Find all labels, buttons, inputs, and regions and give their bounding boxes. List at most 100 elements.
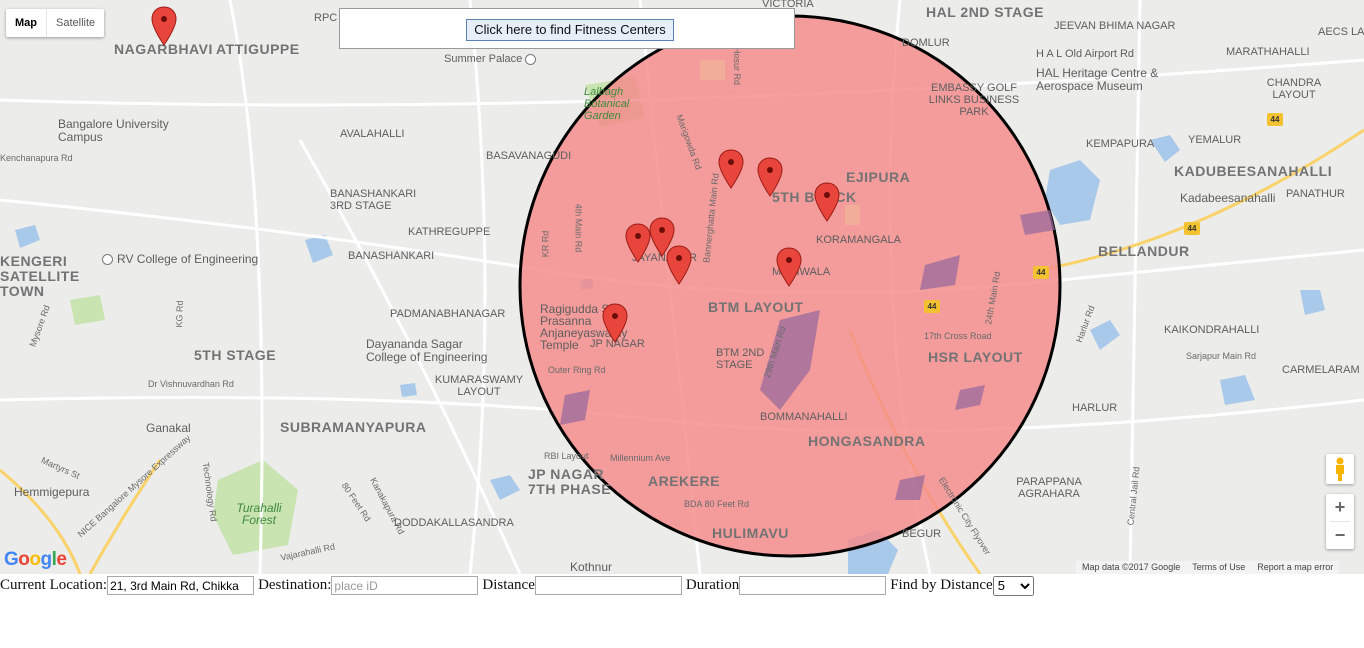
label-kempapura: KEMPAPURA xyxy=(1086,138,1155,150)
find-by-distance-label: Find by Distance xyxy=(890,577,993,593)
zoom-in-button[interactable]: + xyxy=(1326,494,1354,521)
google-logo[interactable]: Google xyxy=(4,549,67,571)
label-subramanyapura: SUBRAMANYAPURA xyxy=(280,419,427,435)
map-type-control: Map Satellite xyxy=(6,9,105,37)
current-location-label: Current Location: xyxy=(0,577,108,593)
terms-of-use-link[interactable]: Terms of Use xyxy=(1192,561,1245,574)
label-hosur-rd: Hosur Rd xyxy=(732,46,743,86)
highway-44-shield: 44 xyxy=(924,300,940,313)
label-harlur: HARLUR xyxy=(1072,402,1118,414)
label-millennium-ave: Millennium Ave xyxy=(610,453,671,463)
highway-44-shield: 44 xyxy=(1184,222,1200,235)
label-bommanahalli: BOMMANAHALLI xyxy=(760,411,848,423)
map-marker-pin-icon[interactable] xyxy=(602,303,628,343)
label-turahalli-forest: Turahalli Forest xyxy=(236,501,282,527)
label-ejipura: EJIPURA xyxy=(846,169,911,185)
map-marker-pin-icon[interactable] xyxy=(776,247,802,287)
label-koramangala: KORAMANGALA xyxy=(816,234,901,246)
label-panathur: PANATHUR xyxy=(1286,188,1345,200)
label-btm-2nd-stage: BTM 2ND STAGE xyxy=(716,347,765,371)
landmark-icon xyxy=(525,53,537,65)
label-kr-rd: KR Rd xyxy=(540,230,551,258)
rv-college-text: RV College of Engineering xyxy=(117,252,259,266)
label-marathahalli: MARATHAHALLI xyxy=(1226,46,1310,58)
label-embassy: EMBASSY GOLF LINKS BUSINESS PARK xyxy=(928,82,1020,118)
label-kadubeesanahalli: KADUBEESANAHALLI xyxy=(1174,163,1333,179)
map-marker-pin-icon[interactable] xyxy=(666,245,692,285)
label-hulimavu: HULIMAVU xyxy=(712,525,789,541)
label-arekere: AREKERE xyxy=(648,473,720,489)
duration-input[interactable] xyxy=(739,576,887,595)
label-kothnur: Kothnur xyxy=(570,560,613,574)
map-type-map-button[interactable]: Map xyxy=(6,9,47,37)
find-control-panel: Click here to find Fitness Centers xyxy=(339,8,795,49)
label-kadabeesanahalli: Kadabeesanahalli xyxy=(1180,191,1276,205)
location-form: Current Location: Destination: Distance … xyxy=(0,574,1034,597)
label-aecs: AECS LAY xyxy=(1318,26,1364,38)
summer-palace-text: Summer Palace xyxy=(444,53,523,65)
report-map-error-link[interactable]: Report a map error xyxy=(1257,561,1333,574)
label-kg-rd: KG Rd xyxy=(174,300,185,328)
map-marker-pin-icon[interactable] xyxy=(814,182,840,222)
label-btm-layout: BTM LAYOUT xyxy=(708,299,804,315)
street-view-pegman[interactable] xyxy=(1326,454,1354,484)
label-kengeri: KENGERI SATELLITE TOWN xyxy=(0,253,80,299)
label-jp-nagar-7th-phase: JP NAGAR 7TH PHASE xyxy=(528,466,612,497)
distance-label: Distance xyxy=(482,577,535,593)
label-5th-stage: 5TH STAGE xyxy=(194,347,277,363)
current-location-input[interactable] xyxy=(107,576,255,595)
map-attribution: Map data ©2017 Google Terms of Use Repor… xyxy=(1076,561,1340,574)
map-marker-pin-icon[interactable] xyxy=(625,223,651,263)
map-data-text: Map data ©2017 Google xyxy=(1082,562,1181,572)
label-kumaraswamy-layout: KUMARASWAMY LAYOUT xyxy=(434,374,524,398)
label-dayananda-sagar: Dayananda Sagar College of Engineering xyxy=(366,337,488,364)
label-bda-80ft-rd: BDA 80 Feet Rd xyxy=(684,499,750,509)
label-vishnuvardhan-rd: Dr Vishnuvardhan Rd xyxy=(148,379,234,389)
label-kenchanapura-rd: Kenchanapura Rd xyxy=(0,153,73,163)
map-canvas[interactable]: NAGARBHAVI ATTIGUPPE RPC LAYOUT VICTORIA… xyxy=(0,0,1364,574)
label-4th-main-rd: 4th Main Rd xyxy=(573,203,584,253)
label-parappana-agrahara: PARAPPANA AGRAHARA xyxy=(1016,476,1082,500)
label-kaikondrahalli: KAIKONDRAHALLI xyxy=(1164,324,1260,336)
label-outer-ring-rd: Outer Ring Rd xyxy=(548,365,606,375)
label-bangalore-university: Bangalore University Campus xyxy=(58,117,169,144)
destination-label: Destination: xyxy=(258,577,332,593)
label-rv-college: RV College of Engineering xyxy=(102,252,259,266)
map-marker-pin-icon[interactable] xyxy=(151,6,177,46)
label-basavanagudi: BASAVANAGUDI xyxy=(486,150,572,162)
label-domlur: DOMLUR xyxy=(902,37,950,49)
label-banashankari-3rd-stage: BANASHANKARI 3RD STAGE xyxy=(330,188,417,212)
map-type-satellite-button[interactable]: Satellite xyxy=(47,9,104,37)
label-yemalur: YEMALUR xyxy=(1188,134,1242,146)
map-marker-pin-icon[interactable] xyxy=(718,149,744,189)
label-sarjapur-rd: Sarjapur Main Rd xyxy=(1186,351,1257,361)
label-hsr-layout: HSR LAYOUT xyxy=(928,349,1023,365)
label-avalahalli: AVALAHALLI xyxy=(340,128,405,140)
label-chandra-layout: CHANDRA LAYOUT xyxy=(1266,77,1322,101)
label-hal-heritage: HAL Heritage Centre & Aerospace Museum xyxy=(1036,66,1159,93)
label-summer-palace: Summer Palace xyxy=(444,53,537,65)
label-rbi-layout: RBI Layout xyxy=(544,451,589,461)
find-fitness-centers-button[interactable]: Click here to find Fitness Centers xyxy=(466,19,674,41)
label-17th-cross: 17th Cross Road xyxy=(924,331,992,341)
label-hongasandra: HONGASANDRA xyxy=(808,433,926,449)
destination-input[interactable] xyxy=(331,576,479,595)
label-hemmigepura: Hemmigepura xyxy=(14,485,90,499)
label-doddakallasandra: DODDAKALLASANDRA xyxy=(394,517,514,529)
label-banashankari: BANASHANKARI xyxy=(348,250,435,262)
highway-44-shield: 44 xyxy=(1267,113,1283,126)
label-carmelaram: CARMELARAM xyxy=(1282,364,1360,376)
find-by-distance-select[interactable]: 5 xyxy=(992,575,1034,596)
map-marker-pin-icon[interactable] xyxy=(757,157,783,197)
label-lalbagh: Lalbagh Botanical Garden xyxy=(584,86,630,122)
zoom-out-button[interactable]: − xyxy=(1326,522,1354,549)
label-begur: BEGUR xyxy=(902,528,942,540)
zoom-control: + − xyxy=(1326,494,1354,549)
label-attiguppe: ATTIGUPPE xyxy=(216,41,300,57)
label-jeevan-bhima: JEEVAN BHIMA NAGAR xyxy=(1054,20,1176,32)
distance-input[interactable] xyxy=(534,576,682,595)
label-kathreguppe: KATHREGUPPE xyxy=(408,226,491,238)
pegman-icon xyxy=(1336,457,1344,481)
college-icon xyxy=(102,254,113,266)
label-bellandur: BELLANDUR xyxy=(1098,243,1190,259)
